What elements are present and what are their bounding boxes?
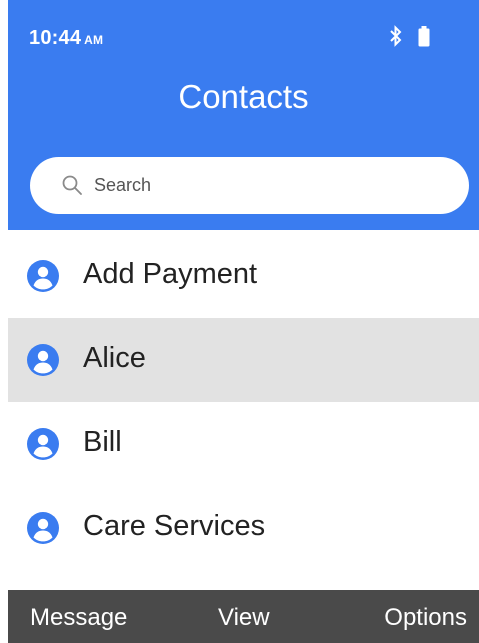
contact-item-bill[interactable]: Bill: [8, 402, 479, 486]
contact-list: Add Payment Alice Bill Care Services: [8, 234, 479, 570]
contact-item-care-services[interactable]: Care Services: [8, 486, 479, 570]
battery-icon: [418, 26, 430, 47]
softkey-bar: Message View Options: [8, 590, 479, 643]
softkey-message[interactable]: Message: [30, 604, 127, 632]
header: 10:44 AM Contacts Search: [8, 0, 479, 230]
status-bar: 10:44 AM: [8, 0, 479, 80]
search-icon: [62, 175, 82, 195]
contacts-screen: 10:44 AM Contacts Search Add Payment Ali…: [0, 0, 479, 643]
status-time-value: 10:44: [29, 27, 82, 49]
softkey-view[interactable]: View: [218, 604, 270, 632]
contact-icon: [27, 344, 59, 376]
search-input[interactable]: Search: [30, 157, 469, 214]
contact-name: Add Payment: [83, 258, 258, 290]
status-time-ampm: AM: [84, 33, 104, 47]
contact-name: Alice: [83, 342, 146, 374]
contact-icon: [27, 260, 59, 292]
softkey-options[interactable]: Options: [384, 604, 467, 632]
contact-icon: [27, 428, 59, 460]
page-title: Contacts: [178, 78, 309, 115]
status-time: 10:44 AM: [29, 27, 103, 50]
contact-icon: [27, 512, 59, 544]
contact-name: Bill: [83, 426, 122, 458]
search-placeholder: Search: [94, 175, 152, 195]
contact-name: Care Services: [83, 510, 266, 542]
contact-item-add-payment[interactable]: Add Payment: [8, 234, 479, 318]
contact-item-alice[interactable]: Alice: [8, 318, 479, 402]
bluetooth-icon: [390, 25, 402, 47]
